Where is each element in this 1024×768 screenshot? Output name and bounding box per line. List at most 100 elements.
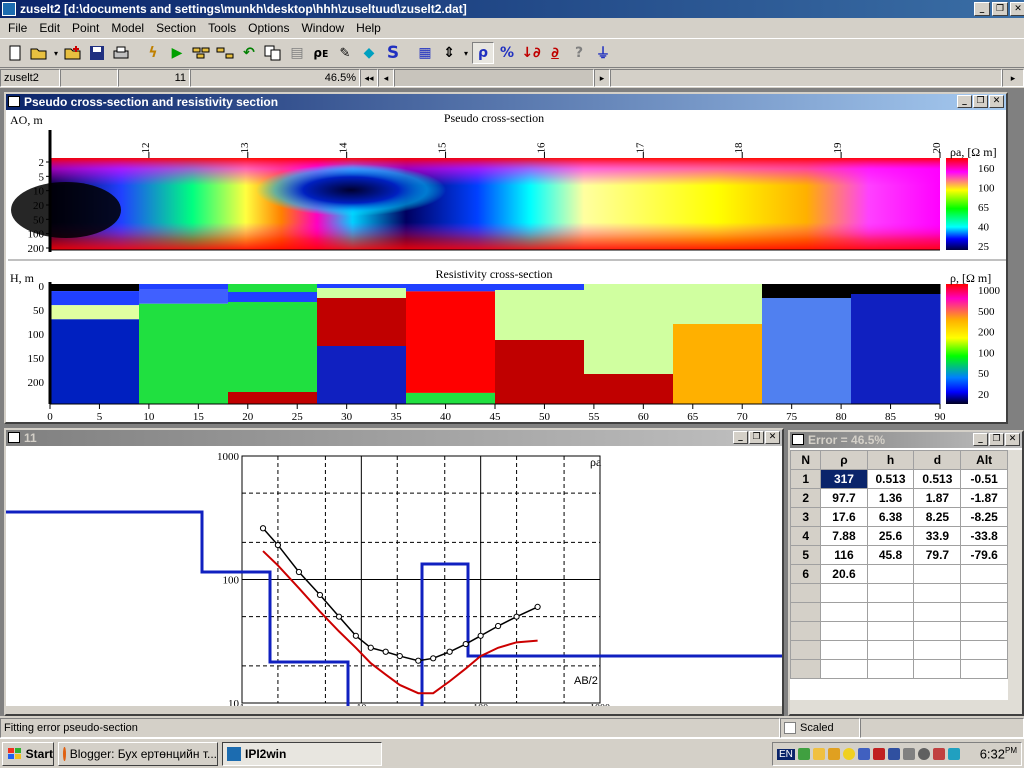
settings-icon[interactable]: ▦ xyxy=(414,42,436,64)
tray-icon[interactable] xyxy=(947,748,960,760)
undo-icon[interactable]: ↶ xyxy=(238,42,260,64)
next-point-button[interactable]: ▸ xyxy=(594,69,610,87)
close-button[interactable]: ✕ xyxy=(1005,433,1020,446)
minimize-button[interactable]: _ xyxy=(957,95,972,108)
table-cell[interactable] xyxy=(820,621,868,641)
maximize-button[interactable]: ❐ xyxy=(749,431,764,444)
language-indicator[interactable]: EN xyxy=(777,748,795,760)
table-cell[interactable]: 8.25 xyxy=(913,507,962,527)
point-scrollbar[interactable] xyxy=(394,69,594,87)
data-point[interactable] xyxy=(396,652,403,660)
table-row[interactable] xyxy=(790,640,1008,660)
tray-icon[interactable] xyxy=(857,748,870,760)
data-point[interactable] xyxy=(462,640,469,648)
error-window[interactable]: Error = 46.5% _ ❐ ✕ Nρ h d Alt 1 317 0.513 0.513-… xyxy=(788,430,1024,716)
tray-icon[interactable] xyxy=(797,748,810,760)
clock[interactable]: 6:32PM xyxy=(980,746,1017,761)
table-cell[interactable]: 1.36 xyxy=(866,488,915,508)
prev-point-button[interactable]: ◂ xyxy=(378,69,394,87)
app-icon[interactable] xyxy=(2,2,16,16)
menu-edit[interactable]: Edit xyxy=(33,18,66,38)
data-point[interactable] xyxy=(534,603,541,610)
table-cell[interactable]: 317 xyxy=(820,469,868,489)
table-cell[interactable]: 0.513 xyxy=(913,469,962,489)
probe-icon[interactable]: ⏚ xyxy=(592,42,614,64)
arrows-dropdown-icon[interactable]: ▾ xyxy=(462,42,470,64)
pseudo-section-window[interactable]: Pseudo cross-section and resistivity sec… xyxy=(4,92,1008,424)
pen-icon[interactable]: ✎ xyxy=(334,42,356,64)
table-row[interactable] xyxy=(790,602,1008,622)
data-point[interactable] xyxy=(477,632,484,639)
data-point[interactable] xyxy=(430,655,437,662)
table-cell[interactable]: 20.6 xyxy=(820,564,868,584)
open-dropdown-icon[interactable]: ▾ xyxy=(52,42,60,64)
minimize-button[interactable]: _ xyxy=(973,433,988,446)
add-file-icon[interactable] xyxy=(62,42,84,64)
data-point[interactable] xyxy=(415,657,422,664)
table-cell[interactable] xyxy=(960,602,1008,622)
table-cell[interactable] xyxy=(913,659,962,679)
data-point[interactable] xyxy=(274,541,282,549)
layers-icon[interactable] xyxy=(190,42,212,64)
table-cell[interactable]: 45.8 xyxy=(866,545,915,565)
data-point[interactable] xyxy=(382,648,389,655)
data-point[interactable] xyxy=(259,525,267,532)
scaled-checkbox[interactable]: Scaled xyxy=(780,718,860,738)
table-row[interactable]: 5 116 45.8 79.7 -79.6 xyxy=(790,545,1008,565)
data-point[interactable] xyxy=(367,644,374,651)
column-header[interactable]: N xyxy=(790,450,822,470)
rho-eff-icon[interactable]: ρᴇ xyxy=(310,42,332,64)
table-row[interactable]: 1 317 0.513 0.513 -0.51 xyxy=(790,469,1008,489)
table-cell[interactable]: 0.513 xyxy=(866,469,915,489)
table-row[interactable]: 4 7.88 25.6 33.9 -33.8 xyxy=(790,526,1008,546)
data-point[interactable] xyxy=(352,632,359,639)
table-cell[interactable] xyxy=(820,659,868,679)
table-cell[interactable] xyxy=(913,583,962,603)
sigma-icon[interactable]: S xyxy=(382,42,404,64)
save-icon[interactable] xyxy=(86,42,108,64)
data-point[interactable] xyxy=(446,648,453,655)
vertical-arrows-icon[interactable]: ⇕ xyxy=(438,42,460,64)
table-cell[interactable] xyxy=(913,602,962,622)
table-cell[interactable]: 25.6 xyxy=(866,526,915,546)
table-cell[interactable]: 17.6 xyxy=(820,507,868,527)
table-cell[interactable] xyxy=(820,583,868,603)
menu-window[interactable]: Window xyxy=(295,18,350,38)
tray-icon[interactable] xyxy=(902,748,915,760)
run-icon[interactable]: ▶ xyxy=(166,42,188,64)
maximize-button[interactable]: ❐ xyxy=(992,2,1008,16)
sounding-curve-chart[interactable]: 1000100101101001000 ρa AB/2 xyxy=(6,446,782,714)
close-button[interactable]: ✕ xyxy=(765,431,780,444)
rho-button[interactable]: ρ xyxy=(472,42,494,64)
task-browser[interactable]: Blogger: Бух ертөнцийн т... xyxy=(58,741,218,766)
horizontal-scrollbar[interactable] xyxy=(6,706,782,714)
minimize-button[interactable]: _ xyxy=(733,431,748,444)
table-cell[interactable]: -8.25 xyxy=(960,507,1008,527)
table-cell[interactable] xyxy=(866,640,915,660)
column-header[interactable]: d xyxy=(913,450,962,470)
column-header[interactable]: ρ xyxy=(820,450,868,470)
table-cell[interactable]: -1.87 xyxy=(960,488,1008,508)
print-icon[interactable] xyxy=(110,42,132,64)
close-button[interactable]: ✕ xyxy=(989,95,1004,108)
table-row[interactable]: 2 97.7 1.36 1.87 -1.87 xyxy=(790,488,1008,508)
table-horizontal-scrollbar[interactable] xyxy=(790,700,1022,714)
first-point-button[interactable]: ◂◂ xyxy=(360,69,378,87)
open-folder-icon[interactable] xyxy=(28,42,50,64)
menu-file[interactable]: File xyxy=(2,18,33,38)
new-file-icon[interactable] xyxy=(4,42,26,64)
table-row[interactable]: 6 20.6 xyxy=(790,564,1008,584)
table-cell[interactable] xyxy=(913,640,962,660)
checkbox-icon[interactable] xyxy=(784,722,796,734)
task-ipi2win[interactable]: IPI2win xyxy=(222,741,382,766)
table-row[interactable]: 3 17.6 6.38 8.25 -8.25 xyxy=(790,507,1008,527)
table-cell[interactable] xyxy=(820,640,868,660)
sounding-window[interactable]: 11 _❐✕ 1000100101101001000 ρa AB/2 xyxy=(4,428,784,716)
table-cell[interactable] xyxy=(866,602,915,622)
column-header[interactable]: Alt xyxy=(960,450,1008,470)
table-cell[interactable]: 7.88 xyxy=(820,526,868,546)
table-cell[interactable]: 116 xyxy=(820,545,868,565)
partial-down-button[interactable]: ↓∂ xyxy=(520,42,542,64)
table-row[interactable] xyxy=(790,583,1008,603)
table-cell[interactable] xyxy=(866,659,915,679)
